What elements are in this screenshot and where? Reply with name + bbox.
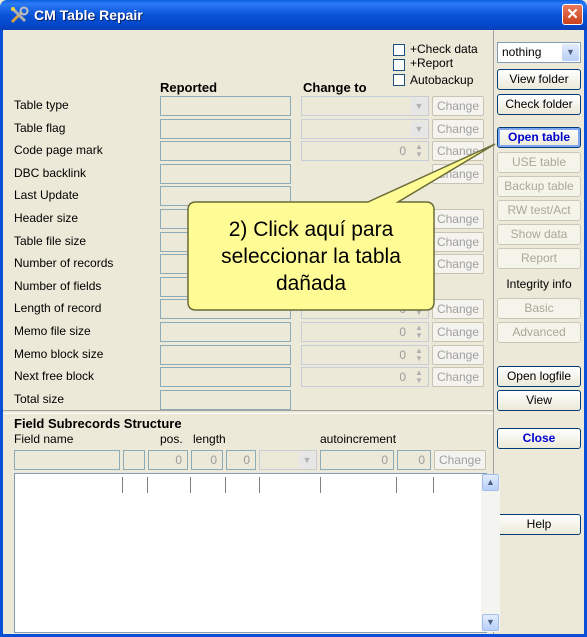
- autobackup-checkbox[interactable]: [393, 74, 405, 86]
- change-to-header: Change to: [303, 80, 367, 95]
- chevron-down-icon: ▼: [411, 98, 427, 114]
- instruction-callout: 2) Click aquí para seleccionar la tabla …: [160, 140, 500, 320]
- header-size-label: Header size: [14, 211, 79, 225]
- field-flags-combo[interactable]: ▼: [259, 450, 317, 470]
- field-decimals-input[interactable]: 0: [226, 450, 256, 470]
- field-change-button[interactable]: Change: [434, 450, 486, 470]
- memo-file-size-change-button[interactable]: Change: [432, 322, 484, 342]
- total-size-reported-field[interactable]: [160, 390, 291, 410]
- memo-block-size-value: 0: [399, 348, 406, 362]
- chevron-down-icon: ▼: [411, 121, 427, 137]
- length-of-record-label: Length of record: [14, 301, 102, 315]
- check-folder-button[interactable]: Check folder: [497, 94, 581, 115]
- view-folder-button[interactable]: View folder: [497, 69, 581, 90]
- table-type-reported-field[interactable]: [160, 96, 291, 116]
- table-flag-change-combo[interactable]: ▼: [301, 119, 429, 139]
- chevron-down-icon: ▼: [299, 452, 315, 468]
- table-flag-label: Table flag: [14, 121, 66, 135]
- autoincrement-next-input[interactable]: 0: [320, 450, 394, 470]
- field-name-header: Field name: [14, 432, 74, 446]
- chevron-down-icon[interactable]: ▼: [562, 44, 579, 61]
- memo-block-size-label: Memo block size: [14, 347, 104, 361]
- scroll-up-icon[interactable]: ▲: [482, 474, 499, 491]
- spinner-arrows-icon[interactable]: ▲▼: [412, 347, 426, 363]
- reported-header: Reported: [160, 80, 218, 95]
- memo-file-size-reported-field[interactable]: [160, 322, 291, 342]
- table-type-change-combo[interactable]: ▼: [301, 96, 429, 116]
- integrity-info-label: Integrity info: [506, 277, 572, 291]
- number-of-records-label: Number of records: [14, 256, 114, 270]
- help-button[interactable]: Help: [497, 514, 581, 535]
- length-header: length: [193, 432, 226, 446]
- field-length-input[interactable]: 0: [191, 450, 223, 470]
- next-free-block-label: Next free block: [14, 369, 95, 383]
- table-flag-reported-field[interactable]: [160, 119, 291, 139]
- memo-block-size-reported-field[interactable]: [160, 345, 291, 365]
- use-table-button[interactable]: USE table: [497, 152, 581, 173]
- window-close-button[interactable]: ✕: [562, 4, 583, 25]
- mode-select[interactable]: nothing ▼: [497, 42, 581, 63]
- callout-line-2: seleccionar la tabla: [221, 245, 401, 268]
- last-update-label: Last Update: [14, 188, 79, 202]
- total-size-label: Total size: [14, 392, 65, 406]
- check-data-label: +Check data: [410, 42, 478, 56]
- memo-file-size-value: 0: [399, 325, 406, 339]
- scroll-down-icon[interactable]: ▼: [482, 614, 499, 631]
- next-free-block-change-spinner[interactable]: 0 ▲ ▼: [301, 367, 429, 387]
- report-label: +Report: [410, 56, 454, 70]
- field-section-title: Field Subrecords Structure: [14, 416, 182, 431]
- autobackup-label: Autobackup: [410, 73, 474, 87]
- backup-table-button[interactable]: Backup table: [497, 176, 581, 197]
- spinner-arrows-icon[interactable]: ▲▼: [412, 369, 426, 385]
- mode-select-value: nothing: [502, 45, 542, 59]
- report-checkbox[interactable]: [393, 59, 405, 71]
- field-list[interactable]: ▲ ▼: [14, 473, 500, 633]
- advanced-button[interactable]: Advanced: [497, 322, 581, 343]
- view-button[interactable]: View: [497, 390, 581, 411]
- field-name-input[interactable]: [14, 450, 120, 470]
- spinner-arrows-icon[interactable]: ▲▼: [412, 324, 426, 340]
- section-separator: [3, 410, 493, 414]
- show-data-button[interactable]: Show data: [497, 224, 581, 245]
- pos-header: pos.: [160, 432, 183, 446]
- field-pos-input[interactable]: 0: [148, 450, 188, 470]
- open-logfile-button[interactable]: Open logfile: [497, 366, 581, 387]
- next-free-block-value: 0: [399, 370, 406, 384]
- check-data-checkbox[interactable]: [393, 44, 405, 56]
- callout-line-3: dañada: [275, 272, 347, 295]
- basic-button[interactable]: Basic: [497, 298, 581, 319]
- report-button[interactable]: Report: [497, 248, 581, 269]
- autoincrement-step-input[interactable]: 0: [397, 450, 431, 470]
- callout-line-1: 2) Click aquí para: [228, 218, 394, 241]
- dbc-backlink-label: DBC backlink: [14, 166, 87, 180]
- autoincrement-header: autoincrement: [320, 432, 397, 446]
- rw-test-button[interactable]: RW test/Act: [497, 200, 581, 221]
- memo-block-size-change-spinner[interactable]: 0 ▲ ▼: [301, 345, 429, 365]
- app-tools-icon: [10, 6, 30, 24]
- next-free-block-reported-field[interactable]: [160, 367, 291, 387]
- close-button[interactable]: Close: [497, 428, 581, 449]
- memo-file-size-label: Memo file size: [14, 324, 91, 338]
- number-of-fields-label: Number of fields: [14, 279, 102, 293]
- memo-block-size-change-button[interactable]: Change: [432, 345, 484, 365]
- field-type-input[interactable]: [123, 450, 145, 470]
- memo-file-size-change-spinner[interactable]: 0 ▲ ▼: [301, 322, 429, 342]
- next-free-block-change-button[interactable]: Change: [432, 367, 484, 387]
- window-title: CM Table Repair: [34, 7, 143, 23]
- table-flag-change-button[interactable]: Change: [432, 119, 484, 139]
- vertical-scrollbar[interactable]: ▲ ▼: [481, 474, 500, 632]
- table-type-change-button[interactable]: Change: [432, 96, 484, 116]
- table-file-size-label: Table file size: [14, 234, 87, 248]
- open-table-button[interactable]: Open table: [497, 127, 581, 148]
- code-page-mark-label: Code page mark: [14, 143, 103, 157]
- table-type-label: Table type: [14, 98, 69, 112]
